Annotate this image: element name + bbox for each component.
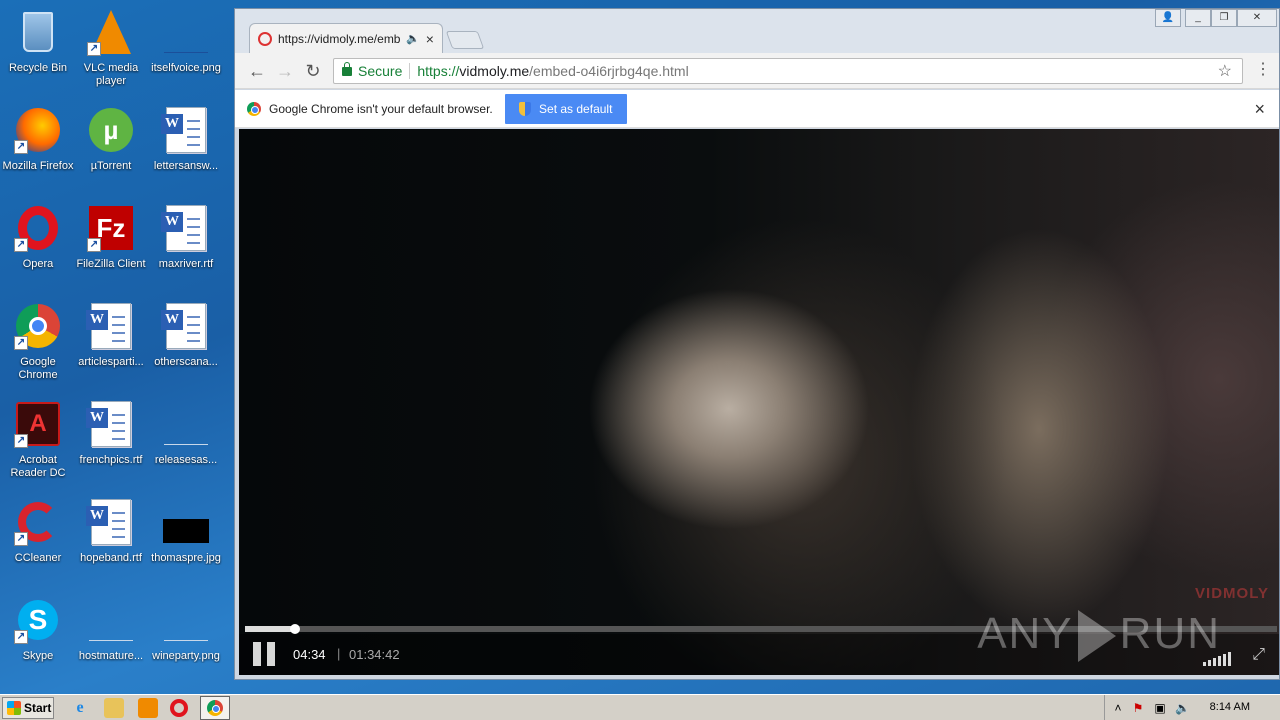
forward-button[interactable]: → bbox=[273, 59, 297, 83]
seek-bar-progress bbox=[245, 626, 295, 632]
play-triangle-icon bbox=[1077, 610, 1116, 663]
desktop-icon-vlc[interactable]: ↗ VLC media player bbox=[73, 4, 149, 92]
blank-file-icon bbox=[162, 400, 210, 448]
url-scheme: https:// bbox=[417, 63, 460, 79]
word-document-icon: W bbox=[161, 106, 210, 154]
current-time: 04:34 bbox=[293, 647, 326, 662]
desktop-icon-frenchpics[interactable]: W frenchpics.rtf bbox=[73, 396, 149, 484]
ie-icon[interactable]: e bbox=[70, 698, 90, 718]
pause-button[interactable] bbox=[253, 642, 277, 666]
desktop-icon-otherscana[interactable]: W otherscana... bbox=[148, 298, 224, 386]
taskbar: Start e ˄ ⚑ ▣ 🔈 8:14 AM bbox=[0, 694, 1280, 720]
lock-icon bbox=[342, 61, 352, 76]
new-tab-button[interactable] bbox=[445, 31, 485, 49]
vlc-icon: ↗ bbox=[87, 8, 135, 56]
show-hidden-icons-icon[interactable]: ˄ bbox=[1111, 701, 1125, 715]
word-document-icon: W bbox=[86, 498, 135, 546]
explorer-folder-icon[interactable] bbox=[104, 698, 124, 718]
time-divider: | bbox=[337, 646, 341, 661]
toolbar: ← → ↻ Secure https://vidmoly.me/embed-o4… bbox=[235, 53, 1279, 89]
vidmoly-favicon-icon bbox=[258, 31, 272, 46]
menu-dots-icon[interactable]: ⋮ bbox=[1255, 61, 1271, 79]
recycle-bin-icon bbox=[14, 8, 62, 56]
chrome-window: https://vidmoly.me/emb 🔈 × 👤 _ ❐ ✕ ← → ↻… bbox=[234, 8, 1280, 680]
word-document-icon: W bbox=[161, 204, 210, 252]
default-browser-infobar: Google Chrome isn't your default browser… bbox=[235, 90, 1279, 128]
tab-title: https://vidmoly.me/emb bbox=[278, 31, 401, 46]
set-as-default-button[interactable]: Set as default bbox=[504, 93, 627, 124]
image-thumbnail-icon bbox=[162, 498, 210, 546]
media-player-icon[interactable] bbox=[138, 698, 158, 718]
title-bar: https://vidmoly.me/emb 🔈 × 👤 _ ❐ ✕ bbox=[235, 9, 1279, 53]
desktop-icon-articlesparti[interactable]: W articlesparti... bbox=[73, 298, 149, 386]
url-path: /embed-o4i6rjrbg4qe.html bbox=[529, 63, 689, 79]
skype-icon: S ↗ bbox=[14, 596, 62, 644]
fullscreen-icon[interactable]: ⤢ bbox=[1252, 646, 1265, 664]
desktop-icon-acrobat[interactable]: A ↗ Acrobat Reader DC bbox=[0, 396, 76, 484]
desktop-icon-ccleaner[interactable]: ↗ CCleaner bbox=[0, 494, 76, 582]
acrobat-icon: A ↗ bbox=[14, 400, 62, 448]
tab-close-button[interactable]: × bbox=[426, 31, 434, 47]
clock[interactable]: 8:14 AM bbox=[1210, 701, 1250, 713]
chrome-logo-icon bbox=[247, 101, 261, 116]
speaker-icon[interactable]: 🔈 bbox=[406, 32, 420, 45]
desktop-icon-filezilla[interactable]: Fz ↗ FileZilla Client bbox=[73, 200, 149, 288]
filezilla-icon: Fz ↗ bbox=[87, 204, 135, 252]
word-document-icon: W bbox=[86, 302, 135, 350]
desktop-icon-firefox[interactable]: ↗ Mozilla Firefox bbox=[0, 102, 76, 190]
word-document-icon: W bbox=[161, 302, 210, 350]
desktop-icon-wineparty[interactable]: wineparty.png bbox=[148, 592, 224, 680]
address-bar[interactable]: Secure https://vidmoly.me/embed-o4i6rjrb… bbox=[333, 58, 1243, 84]
profile-icon[interactable]: 👤 bbox=[1155, 9, 1181, 27]
utorrent-icon: µ bbox=[87, 106, 135, 154]
opera-taskbar-icon[interactable] bbox=[170, 699, 188, 717]
video-player[interactable]: VIDMOLY 04:34 | 01:34:42 ⤢ ANY RUN bbox=[239, 129, 1279, 675]
word-document-icon: W bbox=[86, 400, 135, 448]
desktop-icon-utorrent[interactable]: µ µTorrent bbox=[73, 102, 149, 190]
ccleaner-icon: ↗ bbox=[14, 498, 62, 546]
start-button[interactable]: Start bbox=[2, 697, 54, 719]
chrome-icon bbox=[207, 700, 223, 716]
system-tray: ˄ ⚑ ▣ 🔈 8:14 AM bbox=[1104, 695, 1280, 720]
desktop-icon-opera[interactable]: ↗ Opera bbox=[0, 200, 76, 288]
restore-button[interactable]: ❐ bbox=[1211, 9, 1237, 27]
action-center-icon[interactable]: ⚑ bbox=[1131, 701, 1145, 715]
desktop-icon-hopeband[interactable]: W hopeband.rtf bbox=[73, 494, 149, 582]
set-as-default-label: Set as default bbox=[539, 101, 613, 116]
volume-tray-icon[interactable]: 🔈 bbox=[1175, 701, 1190, 715]
opera-icon: ↗ bbox=[14, 204, 62, 252]
desktop-icon-thomaspre[interactable]: thomaspre.jpg bbox=[148, 494, 224, 582]
reload-button[interactable]: ↻ bbox=[301, 59, 325, 83]
infobar-message: Google Chrome isn't your default browser… bbox=[269, 101, 493, 116]
desktop-icon-hostmature[interactable]: hostmature... bbox=[73, 592, 149, 680]
image-file-icon bbox=[162, 8, 210, 56]
back-button[interactable]: ← bbox=[245, 59, 269, 83]
firefox-icon: ↗ bbox=[14, 106, 62, 154]
blank-file-icon bbox=[87, 596, 135, 644]
desktop-icon-skype[interactable]: S ↗ Skype bbox=[0, 592, 76, 680]
seek-bar-handle[interactable] bbox=[289, 624, 300, 634]
infobar-close-button[interactable]: × bbox=[1254, 99, 1265, 120]
chrome-icon: ↗ bbox=[14, 302, 62, 350]
desktop-icon-lettersansw[interactable]: W lettersansw... bbox=[148, 102, 224, 190]
anyrun-watermark: ANY RUN bbox=[977, 609, 1221, 663]
desktop-icon-maxriver[interactable]: W maxriver.rtf bbox=[148, 200, 224, 288]
secure-label: Secure bbox=[358, 63, 403, 79]
desktop-icon-recycle-bin[interactable]: Recycle Bin bbox=[0, 4, 76, 92]
windows-logo-icon bbox=[7, 701, 21, 715]
vidmoly-watermark: VIDMOLY bbox=[1195, 585, 1269, 602]
url-host: vidmoly.me bbox=[459, 63, 530, 79]
chrome-taskbar-button[interactable] bbox=[200, 696, 230, 720]
minimize-button[interactable]: _ bbox=[1185, 9, 1211, 27]
browser-tab[interactable]: https://vidmoly.me/emb 🔈 × bbox=[249, 23, 443, 53]
image-file-icon bbox=[162, 596, 210, 644]
desktop-icon-releasesas[interactable]: releasesas... bbox=[148, 396, 224, 484]
close-window-button[interactable]: ✕ bbox=[1237, 9, 1277, 27]
desktop-icon-chrome[interactable]: ↗ Google Chrome bbox=[0, 298, 76, 386]
uac-shield-icon bbox=[519, 101, 532, 116]
bookmark-star-icon[interactable]: ☆ bbox=[1218, 61, 1232, 81]
desktop-icon-itselfvoice[interactable]: itselfvoice.png bbox=[148, 4, 224, 92]
total-time: 01:34:42 bbox=[349, 647, 400, 662]
network-icon[interactable]: ▣ bbox=[1153, 701, 1167, 715]
